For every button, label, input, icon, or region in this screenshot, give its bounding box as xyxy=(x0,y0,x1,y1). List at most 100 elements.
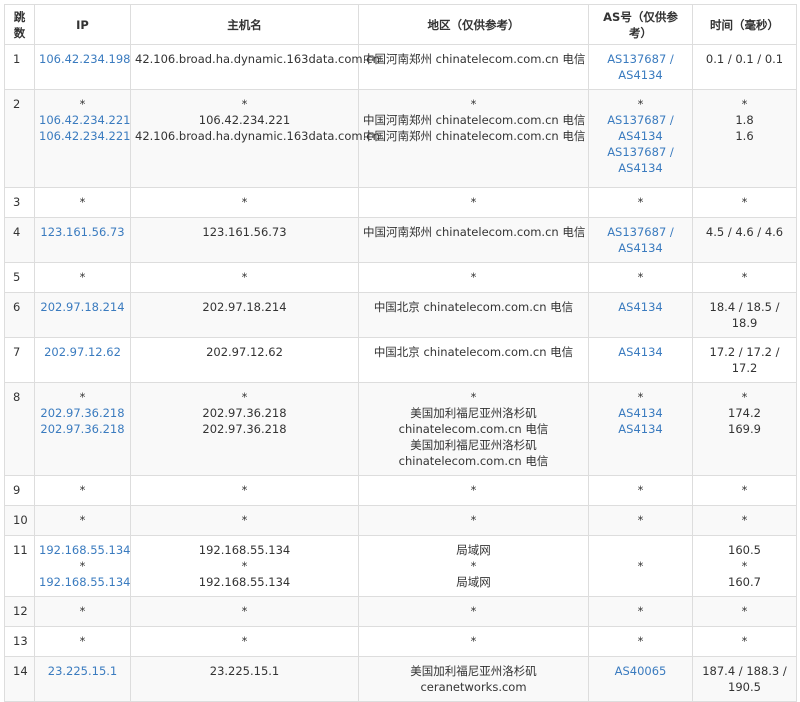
region-cell: * xyxy=(358,505,589,536)
hostname-text: 202.97.18.214 xyxy=(202,300,287,314)
time-text: 17.2 xyxy=(731,361,758,375)
as-cell: AS4134 xyxy=(588,337,693,383)
as-link[interactable]: AS137687 / xyxy=(593,112,688,128)
region-text: 中国河南郑州 chinatelecom.com.cn 电信 xyxy=(363,113,586,127)
as-link[interactable]: AS4134 xyxy=(593,299,688,315)
ip-link[interactable]: 106.42.234.221 xyxy=(39,128,130,144)
ip-link[interactable]: 106.42.234.198 xyxy=(39,51,130,67)
time-text: 160.5 xyxy=(728,543,761,557)
region-text: * xyxy=(470,559,477,573)
hostname-text: 202.97.12.62 xyxy=(206,345,283,359)
hostname-cell: * xyxy=(130,187,359,218)
as-link[interactable]: AS4134 xyxy=(593,240,688,256)
header-time: 时间（毫秒） xyxy=(692,4,797,45)
hop-cell: 6 xyxy=(4,292,35,338)
ip-link[interactable]: 123.161.56.73 xyxy=(39,224,126,240)
hostname-text: * xyxy=(241,97,248,111)
hop-cell: 10 xyxy=(4,505,35,536)
ip-cell: 23.225.15.1 xyxy=(34,656,131,702)
region-text: * xyxy=(470,390,477,404)
hostname-cell: * 202.97.36.218 202.97.36.218 xyxy=(130,382,359,476)
as-link[interactable]: AS4134 xyxy=(593,160,688,176)
as-text: * xyxy=(637,390,644,404)
as-link[interactable]: AS137687 / xyxy=(593,224,688,240)
time-cell: * xyxy=(692,596,797,627)
region-text: * xyxy=(470,97,477,111)
region-cell: * 美国加利福尼亚州洛杉矶 chinatelecom.com.cn 电信 美国加利福尼… xyxy=(358,382,589,476)
as-text: * xyxy=(637,195,644,209)
hostname-text: 23.225.15.1 xyxy=(209,664,280,678)
as-cell: * xyxy=(588,626,693,657)
table-row: 3 * * * * * xyxy=(4,187,797,218)
as-link[interactable]: AS4134 xyxy=(593,67,688,83)
hostname-text: 106.42.234.221 xyxy=(198,113,291,127)
as-cell: * xyxy=(588,535,693,597)
ip-link[interactable]: 202.97.12.62 xyxy=(39,344,126,360)
as-cell: * xyxy=(588,505,693,536)
time-text: 1.8 xyxy=(735,113,754,127)
as-link[interactable]: AS4134 xyxy=(593,405,688,421)
traceroute-table: 跳 数 IP 主机名 地区（仅供参考） AS号（仅供参 考） 时间（毫秒） 11… xyxy=(4,4,797,702)
hostname-cell: * xyxy=(130,475,359,506)
ip-link[interactable]: 23.225.15.1 xyxy=(39,663,126,679)
ip-link[interactable]: 202.97.36.218 xyxy=(39,421,126,437)
ip-text: * xyxy=(79,97,86,111)
region-text: 美国加利福尼亚州洛杉矶 xyxy=(410,664,537,678)
ip-link[interactable]: 106.42.234.221 xyxy=(39,112,130,128)
time-text: * xyxy=(741,195,748,209)
table-row: 7 202.97.12.62 202.97.12.62 中国北京 chinatelec… xyxy=(4,337,797,383)
time-text: 187.4 / 188.3 / xyxy=(702,664,787,678)
time-cell: * 174.2 169.9 xyxy=(692,382,797,476)
hostname-text: 202.97.36.218 xyxy=(202,406,287,420)
as-link[interactable]: AS4134 xyxy=(593,344,688,360)
ip-text: * xyxy=(79,513,86,527)
hostname-text: * xyxy=(241,604,248,618)
table-row: 14 23.225.15.1 23.225.15.1 美国加利福尼亚州洛杉矶 ceran… xyxy=(4,656,797,702)
ip-cell: * 202.97.36.218 202.97.36.218 xyxy=(34,382,131,476)
region-cell: 中国河南郑州 chinatelecom.com.cn 电信 xyxy=(358,217,589,263)
ip-link[interactable]: 202.97.18.214 xyxy=(39,299,126,315)
time-cell: * xyxy=(692,626,797,657)
hostname-text: 192.168.55.134 xyxy=(198,543,291,557)
hostname-text: * xyxy=(241,513,248,527)
time-cell: 160.5 * 160.7 xyxy=(692,535,797,597)
table-row: 1 106.42.234.198 42.106.broad.ha.dynamic.1… xyxy=(4,44,797,90)
region-cell: 中国北京 chinatelecom.com.cn 电信 xyxy=(358,337,589,383)
region-cell: * xyxy=(358,626,589,657)
hop-cell: 7 xyxy=(4,337,35,383)
region-text: 局域网 xyxy=(456,575,491,589)
ip-link[interactable]: 202.97.36.218 xyxy=(39,405,126,421)
time-text: * xyxy=(741,559,748,573)
ip-link[interactable]: 192.168.55.134 xyxy=(39,542,130,558)
as-cell: * xyxy=(588,187,693,218)
time-cell: * 1.8 1.6 xyxy=(692,89,797,188)
header-hop: 跳 数 xyxy=(4,4,35,45)
hostname-cell: * xyxy=(130,596,359,627)
time-text: 190.5 xyxy=(728,680,761,694)
time-text: * xyxy=(741,270,748,284)
time-text: 17.2 / 17.2 / xyxy=(709,345,780,359)
region-cell: 中国北京 chinatelecom.com.cn 电信 xyxy=(358,292,589,338)
hostname-text: * xyxy=(241,483,248,497)
as-link[interactable]: AS40065 xyxy=(593,663,688,679)
ip-cell: 106.42.234.198 xyxy=(34,44,131,90)
region-text: * xyxy=(470,634,477,648)
region-text: 中国河南郑州 chinatelecom.com.cn 电信 xyxy=(363,129,586,143)
as-cell: * xyxy=(588,262,693,293)
as-text: * xyxy=(637,634,644,648)
as-link[interactable]: AS4134 xyxy=(593,421,688,437)
as-text: * xyxy=(637,513,644,527)
table-row: 6 202.97.18.214 202.97.18.214 中国北京 chinatel… xyxy=(4,292,797,338)
ip-link[interactable]: 192.168.55.134 xyxy=(39,574,130,590)
time-cell: * xyxy=(692,475,797,506)
region-cell: * xyxy=(358,596,589,627)
region-text: chinatelecom.com.cn 电信 xyxy=(398,422,549,436)
as-link[interactable]: AS137687 / xyxy=(593,51,688,67)
table-header-row: 跳 数 IP 主机名 地区（仅供参考） AS号（仅供参 考） 时间（毫秒） xyxy=(4,4,797,45)
ip-cell: * 106.42.234.221 106.42.234.221 xyxy=(34,89,131,188)
as-text: * xyxy=(637,270,644,284)
hop-cell: 4 xyxy=(4,217,35,263)
as-link[interactable]: AS137687 / xyxy=(593,144,688,160)
as-link[interactable]: AS4134 xyxy=(593,128,688,144)
hop-cell: 5 xyxy=(4,262,35,293)
